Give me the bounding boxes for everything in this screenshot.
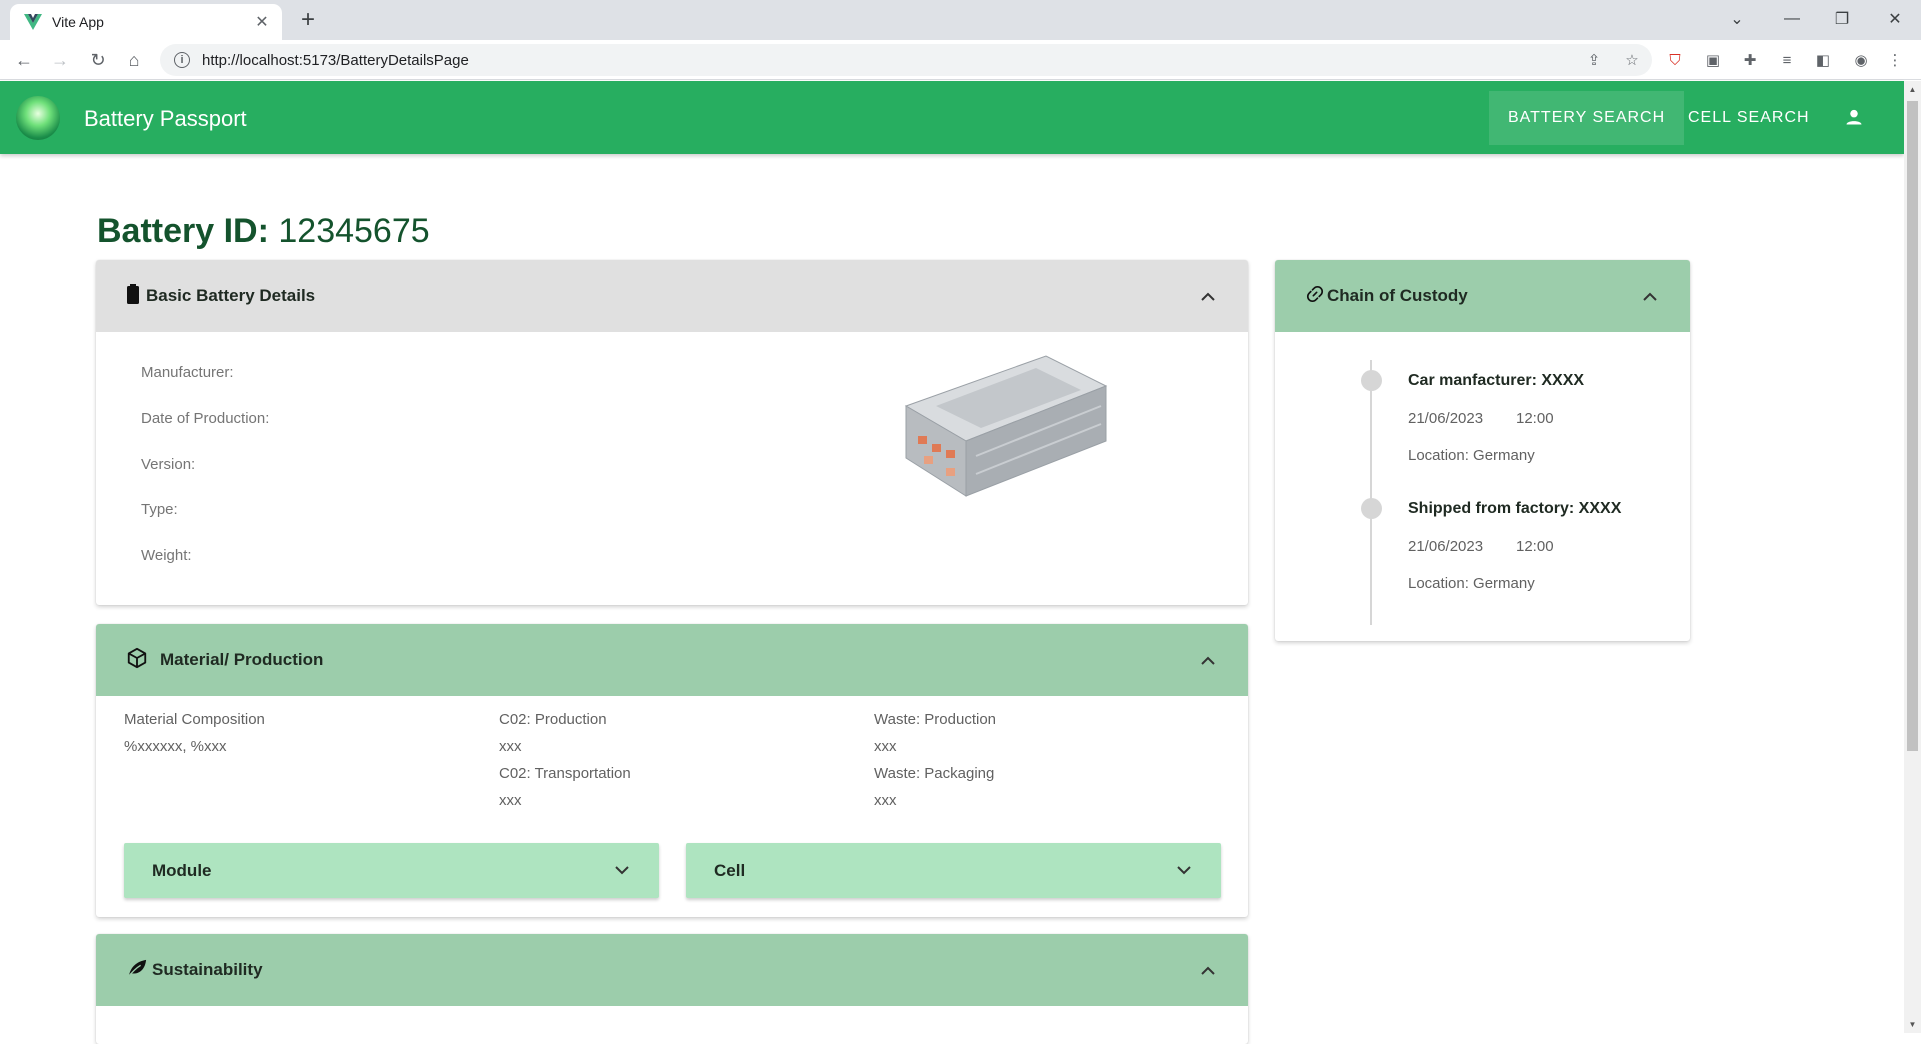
- basic-details-panel: Basic Battery Details Manufacturer: Date…: [96, 260, 1248, 605]
- tab-title: Vite App: [52, 14, 104, 30]
- tab-close-icon[interactable]: ✕: [252, 12, 272, 32]
- cube-icon: [126, 647, 148, 674]
- waste-production-value: xxx: [874, 738, 897, 755]
- extension-icon[interactable]: ▣: [1702, 49, 1724, 71]
- account-icon[interactable]: [1840, 103, 1868, 131]
- waste-packaging-label: Waste: Packaging: [874, 765, 995, 782]
- leaf-icon: [126, 958, 148, 983]
- reload-icon[interactable]: ↻: [84, 46, 112, 74]
- version-label: Version:: [141, 456, 196, 473]
- page-title: Battery ID: 12345675: [97, 212, 430, 251]
- sustainability-header[interactable]: Sustainability: [96, 934, 1248, 1006]
- custody-event-location: Location: Germany: [1408, 447, 1535, 464]
- cell-title: Cell: [714, 860, 746, 880]
- extension-shield-icon[interactable]: ⛉: [1664, 49, 1686, 71]
- production-date-label: Date of Production:: [141, 410, 270, 427]
- weight-label: Weight:: [141, 547, 192, 564]
- scroll-down-icon[interactable]: ▼: [1904, 1016, 1921, 1033]
- custody-event-date: 21/06/2023: [1408, 410, 1484, 427]
- waste-production-label: Waste: Production: [874, 711, 996, 728]
- battery-id-label: Battery ID:: [97, 212, 269, 250]
- material-composition-value: %xxxxxx, %xxx: [124, 738, 227, 755]
- nav-cell-search[interactable]: CELL SEARCH: [1669, 91, 1829, 145]
- timeline-dot: [1361, 370, 1382, 391]
- co2-column: C02: Production xxx C02: Transportation …: [499, 706, 631, 814]
- restore-button[interactable]: ❐: [1822, 4, 1862, 34]
- url-text: http://localhost:5173/BatteryDetailsPage: [202, 51, 469, 69]
- material-composition-label: Material Composition: [124, 711, 265, 728]
- custody-event-title: Shipped from factory: XXXX: [1408, 500, 1622, 517]
- side-panel-icon[interactable]: ◧: [1812, 49, 1834, 71]
- timeline-dot: [1361, 498, 1382, 519]
- chain-of-custody-header[interactable]: Chain of Custody: [1275, 260, 1690, 332]
- chevron-up-icon[interactable]: [1198, 650, 1218, 670]
- app-title: Battery Passport: [84, 106, 247, 131]
- page-scrollbar[interactable]: ▲ ▼: [1904, 81, 1921, 1033]
- material-production-header[interactable]: Material/ Production: [96, 624, 1248, 696]
- scroll-up-icon[interactable]: ▲: [1904, 81, 1921, 98]
- chain-of-custody-title: Chain of Custody: [1327, 286, 1468, 305]
- bookmark-star-icon[interactable]: ☆: [1621, 49, 1643, 71]
- chevron-up-icon[interactable]: [1198, 286, 1218, 306]
- back-icon[interactable]: ←: [10, 46, 38, 74]
- custody-event-date: 21/06/2023: [1408, 538, 1484, 555]
- co2-transport-value: xxx: [499, 792, 522, 809]
- forward-icon[interactable]: →: [46, 46, 74, 74]
- reading-list-icon[interactable]: ≡: [1776, 49, 1798, 71]
- share-icon[interactable]: ⇪: [1583, 49, 1605, 71]
- module-accordion[interactable]: Module: [124, 843, 659, 898]
- co2-production-value: xxx: [499, 738, 522, 755]
- waste-packaging-value: xxx: [874, 792, 897, 809]
- basic-details-header[interactable]: Basic Battery Details: [96, 260, 1248, 332]
- vite-logo-icon: [24, 13, 42, 31]
- home-icon[interactable]: ⌂: [120, 46, 148, 74]
- app-header: Battery Passport BATTERY SEARCH CELL SEA…: [0, 81, 1904, 154]
- battery-passport-logo: [16, 96, 60, 140]
- co2-production-label: C02: Production: [499, 711, 607, 728]
- puzzle-extensions-icon[interactable]: ✚: [1739, 49, 1761, 71]
- sustainability-panel: Sustainability: [96, 934, 1248, 1044]
- browser-tab[interactable]: Vite App ✕: [10, 4, 282, 40]
- co2-transport-label: C02: Transportation: [499, 765, 631, 782]
- nav-battery-search[interactable]: BATTERY SEARCH: [1489, 91, 1685, 145]
- browser-tab-strip: Vite App ✕ + ⌄ — ❐ ✕: [0, 0, 1921, 40]
- timeline-line: [1370, 360, 1372, 625]
- minimize-button[interactable]: —: [1772, 4, 1812, 34]
- cell-accordion[interactable]: Cell: [686, 843, 1221, 898]
- chevron-up-icon[interactable]: [1640, 286, 1660, 306]
- tab-search-icon[interactable]: ⌄: [1717, 4, 1757, 34]
- scroll-thumb[interactable]: [1907, 101, 1918, 751]
- browser-toolbar: ← → ↻ ⌂ i http://localhost:5173/BatteryD…: [0, 40, 1921, 80]
- basic-details-title: Basic Battery Details: [146, 286, 316, 305]
- custody-event-time: 12:00: [1516, 410, 1554, 427]
- site-info-icon[interactable]: i: [174, 52, 190, 68]
- close-window-button[interactable]: ✕: [1875, 4, 1915, 34]
- new-tab-button[interactable]: +: [294, 6, 322, 34]
- module-title: Module: [152, 860, 212, 880]
- chevron-down-icon[interactable]: [1177, 862, 1191, 880]
- material-production-title: Material/ Production: [160, 650, 324, 669]
- menu-kebab-icon[interactable]: ⋮: [1884, 49, 1906, 71]
- custody-event-time: 12:00: [1516, 538, 1554, 555]
- waste-column: Waste: Production xxx Waste: Packaging x…: [874, 706, 996, 814]
- custody-event-location: Location: Germany: [1408, 575, 1535, 592]
- chevron-down-icon[interactable]: [615, 862, 629, 880]
- chevron-up-icon[interactable]: [1198, 960, 1218, 980]
- chain-of-custody-panel: Chain of Custody Car manfacturer: XXXX 2…: [1275, 260, 1690, 641]
- link-icon: [1305, 284, 1325, 309]
- material-composition-column: Material Composition %xxxxxx, %xxx: [124, 706, 265, 760]
- address-bar[interactable]: i http://localhost:5173/BatteryDetailsPa…: [160, 44, 1652, 76]
- sustainability-title: Sustainability: [152, 960, 263, 979]
- type-label: Type:: [141, 501, 178, 518]
- manufacturer-label: Manufacturer:: [141, 364, 234, 381]
- profile-avatar-icon[interactable]: ◉: [1850, 49, 1872, 71]
- custody-event-title: Car manfacturer: XXXX: [1408, 372, 1585, 389]
- battery-id-value: 12345675: [278, 212, 430, 250]
- battery-pack-image: [896, 346, 1116, 516]
- battery-icon: [126, 283, 140, 309]
